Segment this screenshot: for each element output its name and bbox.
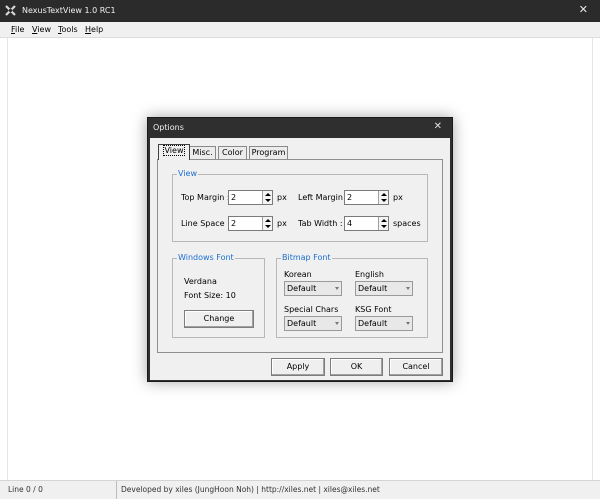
ksg-font-value: Default xyxy=(358,319,388,328)
tab-width-label: Tab Width : xyxy=(298,219,343,228)
dialog-body: View Misc. Color Program View Top Margin… xyxy=(150,138,450,380)
windows-font-legend: Windows Font xyxy=(177,253,235,262)
windows-font-group: Windows Font Verdana Font Size: 10 Chang… xyxy=(172,253,265,338)
left-margin-unit: px xyxy=(393,193,403,202)
tab-color[interactable]: Color xyxy=(218,146,247,159)
tab-view[interactable]: View xyxy=(158,144,190,160)
spinner-arrows[interactable] xyxy=(378,191,388,204)
tab-width-unit: spaces xyxy=(393,219,421,228)
left-margin-spinner[interactable]: 2 xyxy=(344,190,389,205)
status-cell-position: Line 0 / 0 xyxy=(0,481,117,499)
close-icon[interactable]: ✕ xyxy=(434,121,442,132)
title-bar: NexusTextView 1.0 RC1 ✕ xyxy=(0,0,600,22)
top-margin-value: 2 xyxy=(231,193,237,202)
status-position: Line 0 / 0 xyxy=(8,485,43,494)
tab-misc[interactable]: Misc. xyxy=(189,146,216,159)
english-font-select[interactable]: Default xyxy=(355,281,413,296)
special-chars-value: Default xyxy=(287,319,317,328)
triangle-up-icon[interactable] xyxy=(381,219,387,222)
menu-tools[interactable]: Tools xyxy=(58,25,78,34)
ksg-font-select[interactable]: Default xyxy=(355,316,413,331)
menu-view[interactable]: View xyxy=(32,25,51,34)
ksg-font-label: KSG Font xyxy=(355,305,392,314)
line-space-value: 2 xyxy=(231,219,237,228)
korean-font-value: Default xyxy=(287,284,317,293)
triangle-down-icon[interactable] xyxy=(265,199,271,202)
tab-width-spinner[interactable]: 4 xyxy=(344,216,389,231)
close-icon[interactable]: ✕ xyxy=(579,4,588,16)
app-logo-icon xyxy=(5,5,16,16)
chevron-down-icon[interactable] xyxy=(335,287,339,290)
chevron-down-icon[interactable] xyxy=(406,322,410,325)
spinner-arrows[interactable] xyxy=(262,217,272,230)
options-dialog: Options ✕ View Misc. Color Program View … xyxy=(147,117,453,382)
line-space-unit: px xyxy=(277,219,287,228)
spinner-arrows[interactable] xyxy=(378,217,388,230)
triangle-up-icon[interactable] xyxy=(265,219,271,222)
windows-font-name: Verdana xyxy=(184,277,217,286)
top-margin-spinner[interactable]: 2 xyxy=(228,190,273,205)
korean-font-select[interactable]: Default xyxy=(284,281,342,296)
special-chars-label: Special Chars xyxy=(284,305,339,314)
menu-file[interactable]: File xyxy=(11,25,24,34)
status-credits: Developed by xiles (JungHoon Noh) | http… xyxy=(121,485,380,494)
window-title: NexusTextView 1.0 RC1 xyxy=(22,6,116,15)
triangle-down-icon[interactable] xyxy=(381,225,387,228)
tab-width-value: 4 xyxy=(347,219,353,228)
dialog-title: Options xyxy=(153,123,184,132)
korean-font-label: Korean xyxy=(284,270,312,279)
bitmap-font-legend: Bitmap Font xyxy=(281,253,332,262)
view-group-legend: View xyxy=(177,169,198,178)
special-chars-select[interactable]: Default xyxy=(284,316,342,331)
change-font-button[interactable]: Change xyxy=(184,310,254,328)
tab-program[interactable]: Program xyxy=(249,146,288,159)
tab-panel-view: View Top Margin : 2 px Left Margin : 2 p… xyxy=(157,159,443,353)
triangle-down-icon[interactable] xyxy=(265,225,271,228)
line-space-spinner[interactable]: 2 xyxy=(228,216,273,231)
menu-help[interactable]: Help xyxy=(85,25,103,34)
menu-bar: File View Tools Help xyxy=(0,22,600,38)
top-margin-label: Top Margin : xyxy=(181,193,230,202)
windows-font-size: Font Size: 10 xyxy=(184,291,236,300)
view-group: View Top Margin : 2 px Left Margin : 2 p… xyxy=(172,169,428,242)
spinner-arrows[interactable] xyxy=(262,191,272,204)
chevron-down-icon[interactable] xyxy=(406,287,410,290)
triangle-up-icon[interactable] xyxy=(381,193,387,196)
apply-button[interactable]: Apply xyxy=(271,358,325,376)
ok-button[interactable]: OK xyxy=(330,358,383,376)
top-margin-unit: px xyxy=(277,193,287,202)
english-font-label: English xyxy=(355,270,384,279)
left-margin-label: Left Margin : xyxy=(298,193,349,202)
status-bar: Line 0 / 0 Developed by xiles (JungHoon … xyxy=(0,480,600,499)
status-cell-credits: Developed by xiles (JungHoon Noh) | http… xyxy=(117,481,600,499)
bitmap-font-group: Bitmap Font Korean Default English Defau… xyxy=(276,253,428,338)
triangle-up-icon[interactable] xyxy=(265,193,271,196)
triangle-down-icon[interactable] xyxy=(381,199,387,202)
cancel-button[interactable]: Cancel xyxy=(389,358,443,376)
left-margin-value: 2 xyxy=(347,193,353,202)
chevron-down-icon[interactable] xyxy=(335,322,339,325)
line-space-label: Line Space : xyxy=(181,219,230,228)
english-font-value: Default xyxy=(358,284,388,293)
